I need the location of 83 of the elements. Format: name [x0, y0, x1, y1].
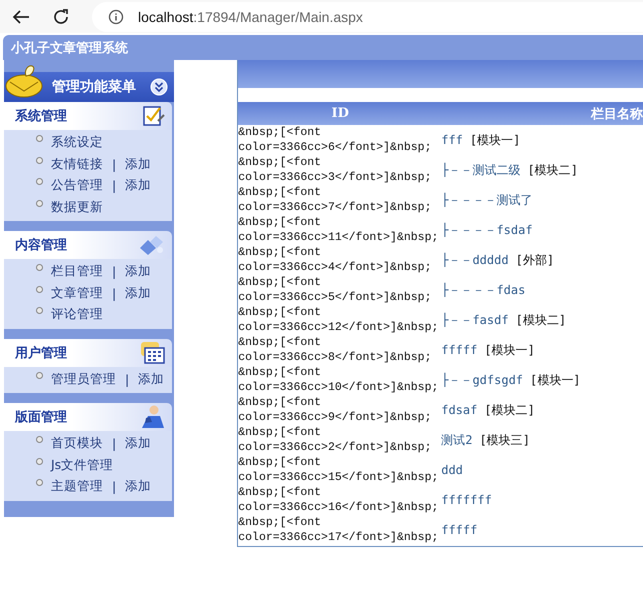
table-cell: ├－－gdfsgdf [模块一] [441, 372, 580, 388]
reload-icon[interactable] [52, 8, 70, 26]
column-header: 栏目名称 [591, 106, 643, 122]
info-icon[interactable] [108, 8, 124, 24]
table-cell: 测试2 [模块三] [441, 432, 530, 448]
table-cell: fffffff [441, 493, 492, 507]
table-cell: fffff [441, 523, 478, 537]
collapse-icon[interactable] [150, 78, 168, 96]
table-cell-text: &nbsp;[<font color=3366cc>5</font>]&nbsp; [238, 275, 432, 305]
menu-link[interactable]: 添加 [125, 263, 152, 280]
separator: | [125, 372, 130, 387]
bullet-icon [36, 479, 43, 486]
bullet-icon [36, 458, 43, 465]
menu-link[interactable]: 系统设定 [51, 134, 103, 152]
table-cell: ddd [441, 463, 463, 477]
table-cell-text: &nbsp;[<font color=3366cc>11</font>]&nbsp; [238, 215, 440, 245]
menu-link[interactable]: 栏目管理 [51, 263, 103, 280]
calendar-icon [140, 340, 166, 364]
table-cell-text: &nbsp;[<font color=3366cc>3</font>]&nbsp; [238, 155, 432, 185]
separator: | [112, 479, 116, 494]
menu-link[interactable]: 友情链接 [51, 156, 103, 173]
url-text: localhost:17894/Manager/Main.aspx [138, 8, 363, 24]
bullet-icon [36, 156, 43, 164]
table-cell-text: &nbsp;[<font color=3366cc>6</font>]&nbsp; [238, 125, 432, 155]
table-cell: ├－－ddddd [外部] [441, 252, 554, 268]
table-cell: fff [模块一] [441, 132, 520, 148]
separator: | [112, 264, 116, 280]
checklist-icon [142, 105, 166, 127]
menu-link[interactable]: 公告管理 [51, 177, 103, 194]
table-cell-text: &nbsp;[<font color=3366cc>15</font>]&nbsp; [238, 455, 440, 485]
menu-link[interactable]: Js文件管理 [51, 456, 114, 474]
separator: | [112, 156, 116, 172]
table-cell: ├－－－－fdas [441, 282, 526, 298]
menu-link[interactable]: 添加 [138, 370, 164, 388]
table-cell-text: &nbsp;[<font color=3366cc>8</font>]&nbsp; [238, 335, 432, 365]
table-cell-text: &nbsp;[<font color=3366cc>9</font>]&nbsp; [238, 395, 432, 425]
menu-link[interactable]: 数据更新 [51, 198, 103, 216]
menu-link[interactable]: 文章管理 [51, 284, 103, 302]
table-cell-text: &nbsp;[<font color=3366cc>10</font>]&nbsp; [238, 365, 440, 395]
bullet-icon [36, 436, 43, 444]
table-cell-text: &nbsp;[<font color=3366cc>2</font>]&nbsp; [238, 425, 432, 455]
menu-link[interactable]: 添加 [125, 478, 152, 496]
app-title: 小孔子文章管理系统 [11, 40, 128, 56]
bullet-icon [36, 135, 43, 142]
table-cell-text: &nbsp;[<font color=3366cc>7</font>]&nbsp; [238, 185, 432, 215]
menu-link[interactable]: 评论管理 [51, 306, 103, 324]
cubes-icon [138, 234, 166, 256]
address-bar[interactable]: localhost:17894/Manager/Main.aspx [92, 2, 643, 32]
section-title: 版面管理 [15, 409, 67, 426]
table-cell-text: &nbsp;[<font color=3366cc>12</font>]&nbsp; [238, 305, 440, 335]
menu-link[interactable]: 添加 [125, 156, 152, 173]
table-cell-text: &nbsp;[<font color=3366cc>4</font>]&nbsp; [238, 245, 432, 275]
separator: | [112, 286, 116, 301]
bullet-icon [36, 307, 43, 314]
menu-link[interactable]: 主题管理 [51, 478, 103, 496]
menu-link[interactable]: 添加 [125, 177, 152, 194]
section-title: 用户管理 [15, 344, 67, 362]
table-cell-text: &nbsp;[<font color=3366cc>16</font>]&nbsp; [238, 485, 440, 515]
table-cell-text: &nbsp;[<font color=3366cc>17</font>]&nbsp; [238, 515, 440, 545]
table-cell: ├－－fasdf [模块二] [441, 312, 566, 328]
menu-link[interactable]: 管理员管理 [51, 370, 116, 388]
section-title: 内容管理 [15, 236, 67, 254]
table-cell: fffff [模块一] [441, 342, 535, 358]
menu-link[interactable]: 添加 [125, 284, 152, 302]
table-cell: ├－－－－测试了 [441, 192, 532, 208]
bullet-icon [36, 286, 43, 293]
bullet-icon [36, 178, 43, 186]
bullet-icon [36, 372, 43, 379]
envelope-icon [4, 64, 44, 98]
table-cell: ├－－测试二级 [模块二] [441, 162, 578, 178]
person-icon [140, 404, 166, 430]
column-header: ID [330, 106, 350, 121]
section-title: 系统管理 [15, 108, 67, 125]
menu-link[interactable]: 首页模块 [51, 435, 103, 452]
bullet-icon [36, 264, 43, 272]
separator: | [112, 178, 116, 194]
table-cell: ├－－－－fsdaf [441, 222, 533, 238]
back-icon[interactable] [12, 8, 30, 24]
bullet-icon [36, 200, 43, 207]
menu-link[interactable]: 添加 [125, 435, 152, 452]
table-cell: fdsaf [模块二] [441, 402, 535, 418]
menu-title: 管理功能菜单 [52, 78, 137, 96]
separator: | [112, 436, 116, 452]
